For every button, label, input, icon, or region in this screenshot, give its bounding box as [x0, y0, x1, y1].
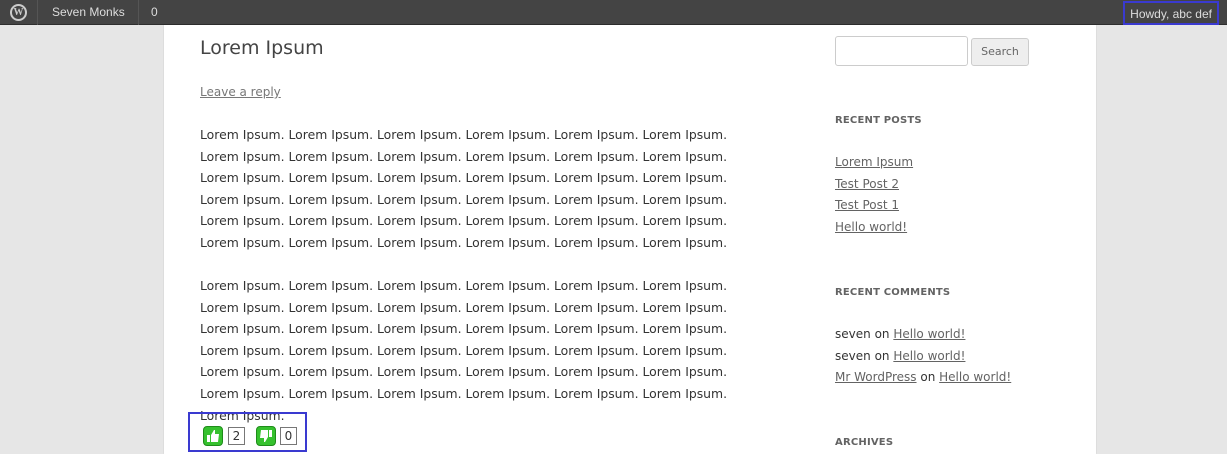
post-paragraph: Lorem Ipsum. Lorem Ipsum. Lorem Ipsum. L…: [200, 127, 728, 250]
recent-comments-heading: RECENT COMMENTS: [835, 287, 951, 298]
recent-post-link[interactable]: Test Post 1: [835, 198, 899, 212]
comment-post-link[interactable]: Hello world!: [939, 370, 1011, 384]
comment-on: on: [874, 327, 890, 341]
comment-author-link[interactable]: Mr WordPress: [835, 370, 917, 384]
comment-on: on: [920, 370, 936, 384]
post-title[interactable]: Lorem Ipsum: [200, 37, 324, 59]
site-name-link[interactable]: Seven Monks: [39, 0, 139, 25]
comments-count-link[interactable]: 0: [139, 0, 170, 25]
dislikes-count: 0: [280, 427, 297, 445]
comment-author: seven: [835, 349, 871, 363]
search-button[interactable]: Search: [971, 38, 1029, 66]
account-menu[interactable]: Howdy, abc def: [1123, 1, 1219, 25]
recent-comment: seven on Hello world!: [835, 327, 965, 341]
page-container: Lorem Ipsum Leave a reply Lorem Ipsum. L…: [164, 25, 1096, 454]
comment-post-link[interactable]: Hello world!: [893, 349, 965, 363]
recent-posts-heading: RECENT POSTS: [835, 115, 922, 126]
leave-reply-link[interactable]: Leave a reply: [200, 85, 281, 99]
wp-menu[interactable]: W: [0, 0, 38, 25]
archives-heading: ARCHIVES: [835, 437, 894, 448]
thumbs-down-icon[interactable]: [256, 426, 276, 446]
likes-count: 2: [228, 427, 245, 445]
rating-widget: 2 0: [188, 412, 307, 452]
wordpress-logo-icon: W: [10, 4, 27, 21]
recent-comment: Mr WordPress on Hello world!: [835, 370, 1011, 384]
comment-author: seven: [835, 327, 871, 341]
thumbs-up-icon[interactable]: [203, 426, 223, 446]
recent-post-link[interactable]: Test Post 2: [835, 177, 899, 191]
recent-post-link[interactable]: Hello world!: [835, 220, 907, 234]
comment-on: on: [874, 349, 890, 363]
recent-comment: seven on Hello world!: [835, 349, 965, 363]
admin-bar: W Seven Monks 0 Howdy, abc def: [0, 0, 1227, 25]
recent-post-link[interactable]: Lorem Ipsum: [835, 155, 913, 169]
post-paragraph: Lorem Ipsum. Lorem Ipsum. Lorem Ipsum. L…: [200, 278, 728, 423]
search-input[interactable]: [835, 36, 968, 66]
comment-post-link[interactable]: Hello world!: [893, 327, 965, 341]
